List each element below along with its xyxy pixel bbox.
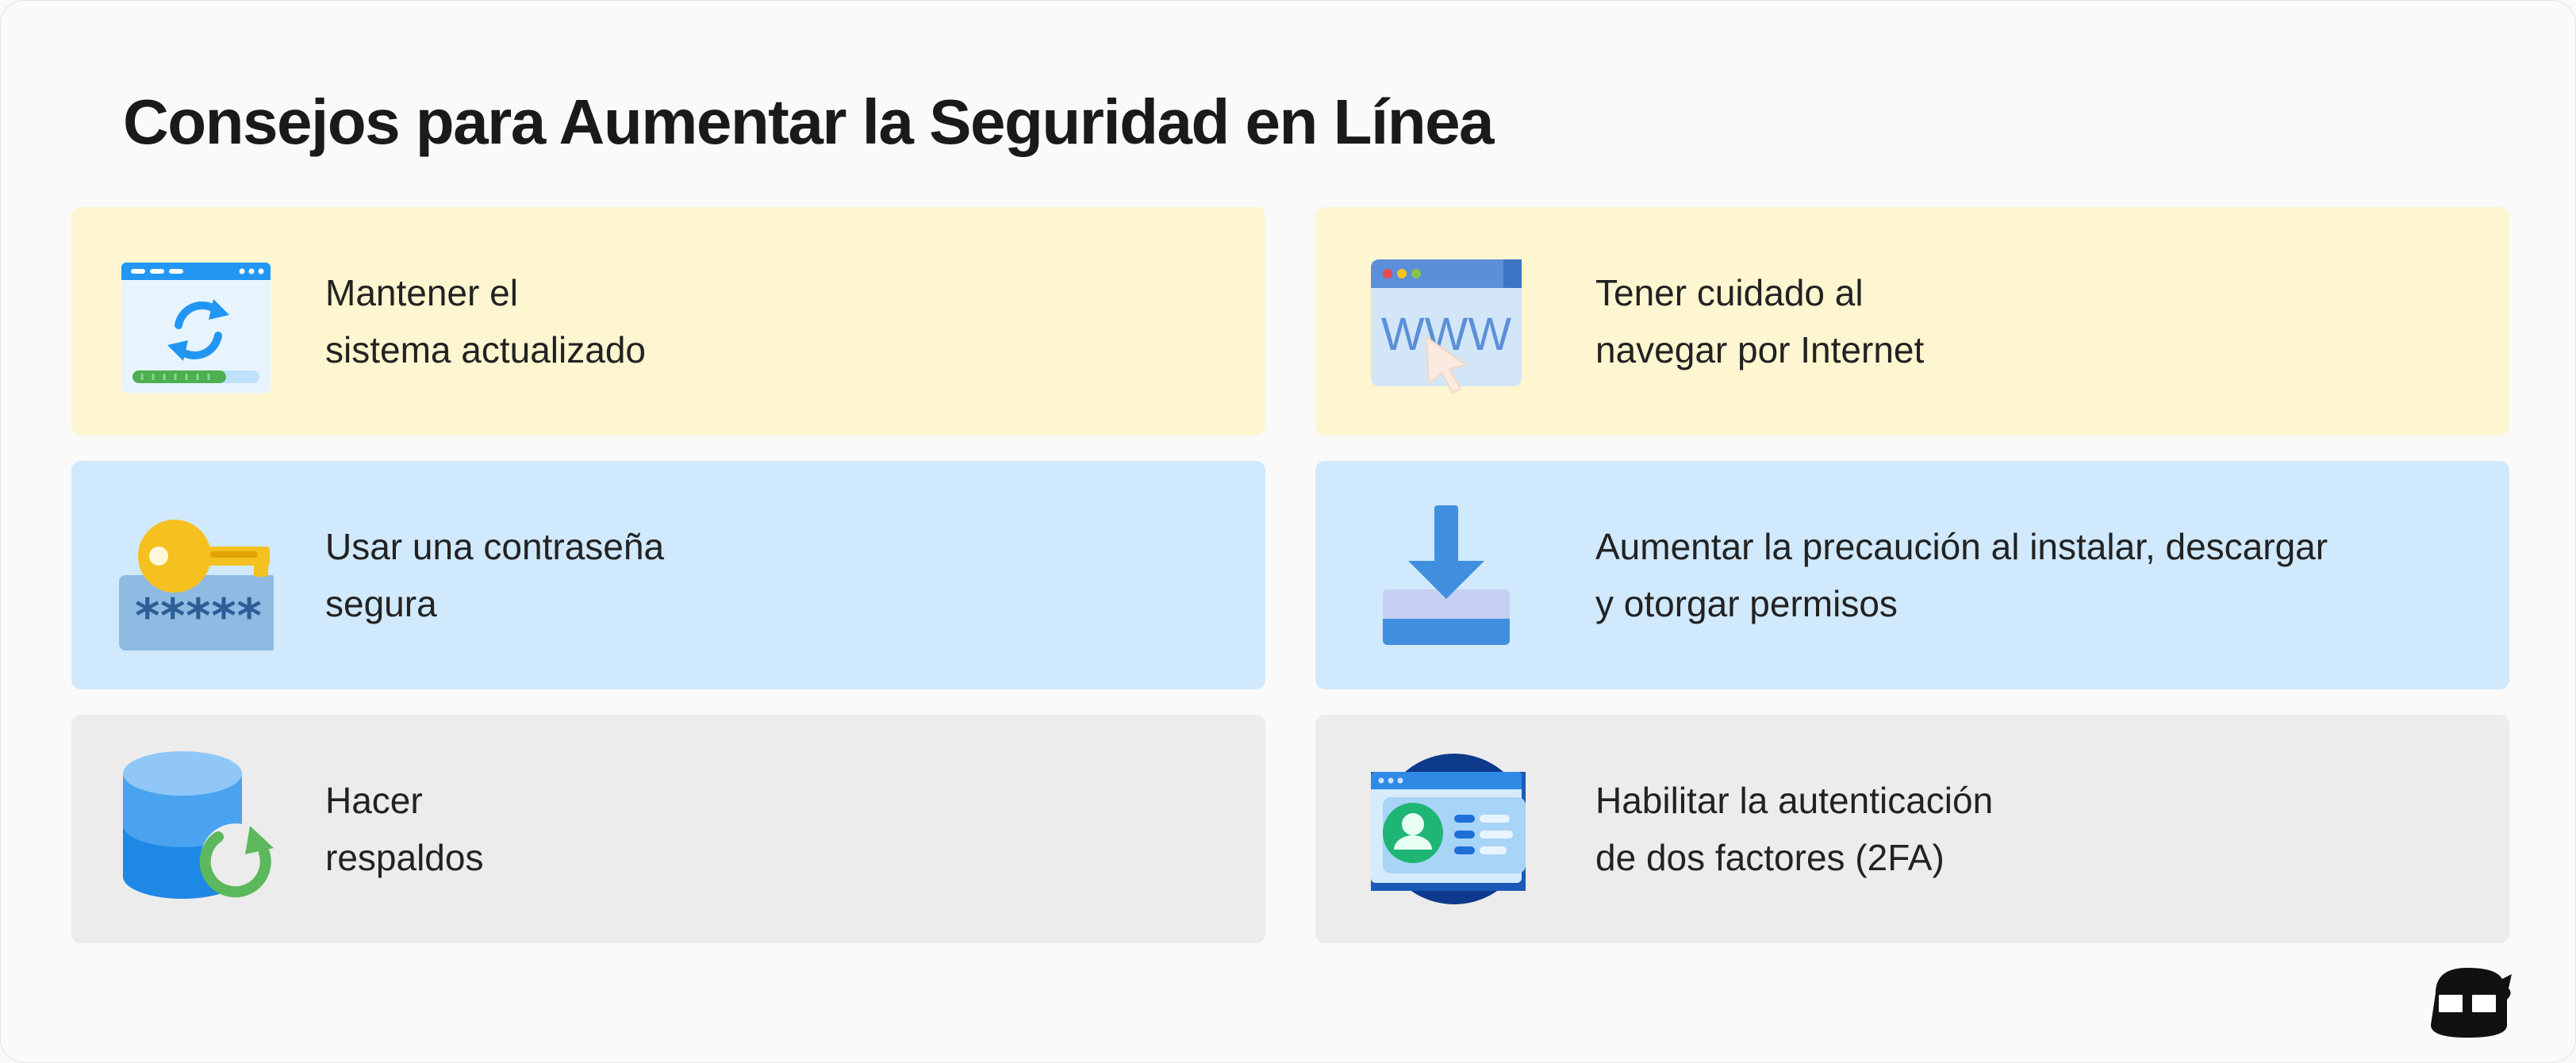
tip-card-strong-password: ***** Usar una contraseña segura (71, 461, 1265, 689)
tip-text: Aumentar la precaución al instalar, desc… (1595, 518, 2328, 632)
database-backup-icon (115, 750, 274, 908)
page-title: Consejos para Aumentar la Seguridad en L… (123, 86, 1495, 157)
tip-line-1: Habilitar la autenticación (1595, 780, 1994, 821)
identity-card-icon (1367, 750, 1526, 908)
www-browser-icon: WWW (1367, 242, 1526, 401)
tip-text: Usar una contraseña segura (325, 518, 664, 632)
tip-card-install-caution: Aumentar la precaución al instalar, desc… (1315, 461, 2509, 689)
update-window-icon (115, 242, 274, 401)
tip-text: Mantener el sistema actualizado (325, 264, 646, 378)
tip-line-1: Hacer (325, 780, 423, 821)
tip-text: Hacer respaldos (325, 772, 483, 886)
tip-line-1: Mantener el (325, 272, 518, 313)
tip-card-backups: Hacer respaldos (71, 715, 1265, 943)
tip-card-two-factor-auth: Habilitar la autenticación de dos factor… (1315, 715, 2509, 943)
tip-line-2: sistema actualizado (325, 329, 646, 370)
tip-text: Tener cuidado al navegar por Internet (1595, 264, 1924, 378)
download-tray-icon (1367, 496, 1526, 654)
mascot-logo-icon (2420, 961, 2515, 1041)
tip-line-2: segura (325, 583, 437, 624)
tip-card-update-system: Mantener el sistema actualizado (71, 207, 1265, 436)
tip-text: Habilitar la autenticación de dos factor… (1595, 772, 1993, 886)
tip-line-2: navegar por Internet (1595, 329, 1925, 370)
key-password-icon: ***** (115, 496, 274, 654)
tip-line-1: Aumentar la precaución al instalar, desc… (1595, 526, 2328, 567)
tip-line-2: de dos factores (2FA) (1595, 837, 1944, 878)
password-mask: ***** (133, 589, 261, 644)
tip-line-1: Tener cuidado al (1595, 272, 1864, 313)
tip-card-browse-carefully: WWW Tener cuidado al navegar por Interne… (1315, 207, 2509, 436)
tip-line-2: y otorgar permisos (1595, 583, 1898, 624)
tip-line-2: respaldos (325, 837, 484, 878)
tip-line-1: Usar una contraseña (325, 526, 665, 567)
